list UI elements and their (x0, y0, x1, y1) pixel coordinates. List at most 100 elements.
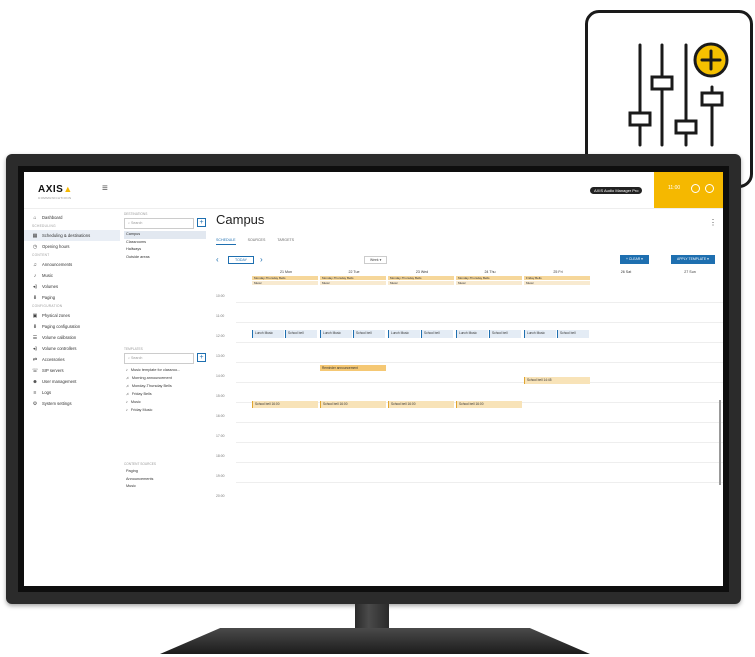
announcement-icon: ♫ (126, 376, 129, 380)
destination-item-campus[interactable]: Campus (124, 231, 206, 239)
sidebar-item-volumes[interactable]: ◂) Volumes (24, 281, 120, 292)
destination-item-outside-areas[interactable]: Outside areas (124, 254, 206, 262)
sidebar-item-sip-servers[interactable]: ☏ SIP servers (24, 365, 120, 376)
sidebar-item-label: SIP servers (42, 368, 64, 373)
all-day-event[interactable]: Monday-Thursday Bells (456, 276, 522, 280)
top-bar: AXIS▲ COMMUNICATIONS ≡ AXIS Audio Manage… (24, 172, 723, 209)
sidebar-item-dashboard[interactable]: ⌂ Dashboard (24, 212, 120, 223)
all-day-event[interactable]: Music (456, 281, 522, 285)
music-icon: ♪ (126, 408, 128, 412)
calendar-event-school-bell[interactable]: School bell (353, 330, 385, 338)
calendar-event-school-bell[interactable]: School bell (557, 330, 589, 338)
sidebar-item-system-settings[interactable]: ⚙ System settings (24, 398, 120, 409)
sidebar-item-volume-controllers[interactable]: ◂) Volume controllers (24, 343, 120, 354)
logo-subtitle: COMMUNICATIONS (38, 196, 72, 200)
tab-sources[interactable]: SOURCES (248, 238, 266, 245)
sidebar-item-opening-hours[interactable]: ◷ Opening hours (24, 241, 120, 252)
template-item[interactable]: ♫ Morning announcement (124, 374, 206, 382)
hour-gridline (236, 422, 723, 423)
tab-schedule[interactable]: SCHEDULE (216, 238, 236, 245)
destinations-search-input[interactable]: ⌕ Search (124, 218, 194, 229)
help-icon[interactable] (691, 184, 700, 193)
tab-targets[interactable]: TARGETS (277, 238, 294, 245)
calendar-event-lunch-music[interactable]: Lunch Music (320, 330, 352, 338)
music-icon: ♪ (126, 400, 128, 404)
content-source-item-paging[interactable]: Paging (124, 468, 206, 476)
calendar-toolbar: ‹ TODAY › Week ▾ + CLEAR ▾ APPLY TEMPLAT… (216, 254, 723, 266)
volume-icon: ◂) (32, 283, 38, 290)
view-select[interactable]: Week ▾ (364, 256, 388, 264)
template-item[interactable]: ♪ Friday Music (124, 406, 206, 414)
apply-template-button[interactable]: APPLY TEMPLATE ▾ (671, 255, 715, 264)
content-source-item-music[interactable]: Music (124, 483, 206, 491)
calendar-event-lunch-music[interactable]: Lunch Music (524, 330, 556, 338)
templates-search-input[interactable]: ⌕ Search (124, 353, 194, 364)
music-icon: ♪ (33, 272, 37, 279)
sidebar-item-announcements[interactable]: ♫ Announcements (24, 259, 120, 270)
destination-item-hallways[interactable]: Hallways (124, 246, 206, 254)
calendar-event-lunch-music[interactable]: Lunch Music (456, 330, 488, 338)
clear-button-label: + CLEAR (626, 257, 641, 261)
all-day-event[interactable]: Monday-Thursday Bells (388, 276, 454, 280)
day-header: 23 Wed (415, 270, 429, 274)
calendar-event-school-bell[interactable]: School bell 16:00 (388, 401, 454, 408)
logo-text: AXIS (38, 184, 64, 195)
hour-gridline (236, 302, 723, 303)
all-day-event[interactable]: Monday-Thursday Bells (252, 276, 318, 280)
template-item[interactable]: ♪ Music (124, 398, 206, 406)
template-item[interactable]: ♪ Music template for classroo... (124, 366, 206, 374)
music-icon: ♪ (126, 368, 128, 372)
destination-item-classrooms[interactable]: Classrooms (124, 239, 206, 247)
calendar-event-school-bell[interactable]: School bell (489, 330, 521, 338)
template-item[interactable]: ♫ Monday-Thursday Bells (124, 382, 206, 390)
hour-gridline (236, 482, 723, 483)
chevron-right-icon[interactable]: › (260, 255, 263, 264)
chevron-left-icon[interactable]: ‹ (216, 255, 219, 264)
users-icon: ☻ (32, 378, 38, 385)
calendar-event-school-bell[interactable]: School bell (285, 330, 317, 338)
calendar-scrollbar[interactable] (719, 400, 721, 485)
sidebar-item-volume-calibration[interactable]: ☰ Volume calibration (24, 332, 120, 343)
clear-button[interactable]: + CLEAR ▾ (620, 255, 649, 264)
all-day-event[interactable]: Music (524, 281, 590, 285)
calendar-event-reminder[interactable]: Reminder announcement (320, 365, 386, 371)
sidebar-item-user-management[interactable]: ☻ User management (24, 376, 120, 387)
sidebar-item-physical-zones[interactable]: ▣ Physical zones (24, 310, 120, 321)
sidebar-item-logs[interactable]: ≡ Logs (24, 387, 120, 398)
sidebar-item-accessories[interactable]: ⇄ Accessories (24, 354, 120, 365)
template-item[interactable]: ♫ Friday Bells (124, 390, 206, 398)
add-destination-button[interactable]: + (197, 218, 206, 227)
paging-config-icon: ⬇ (32, 323, 38, 330)
today-button[interactable]: TODAY (228, 256, 255, 264)
hour-label: 14:00 (216, 374, 225, 378)
all-day-event[interactable]: Music (320, 281, 386, 285)
sidebar-section-header: CONFIGURATION (32, 304, 63, 308)
sidebar-item-label: Scheduling & destinations (42, 233, 91, 238)
user-icon[interactable] (705, 184, 714, 193)
menu-icon[interactable]: ≡ (102, 183, 108, 194)
all-day-event[interactable]: Music (388, 281, 454, 285)
more-options-icon[interactable]: ⋮ (709, 218, 717, 227)
all-day-event[interactable]: Music (252, 281, 318, 285)
sidebar-item-paging-configuration[interactable]: ⬇ Paging configuration (24, 321, 120, 332)
calendar-event-lunch-music[interactable]: Lunch Music (388, 330, 420, 338)
sidebar-item-paging[interactable]: ⬇ Paging (24, 292, 120, 303)
sidebar-item-scheduling[interactable]: ▦ Scheduling & destinations (24, 230, 120, 241)
calendar-event-school-bell-friday[interactable]: School bell 14:45 (524, 377, 590, 384)
template-label: Morning announcement (131, 376, 172, 380)
calendar-event-school-bell[interactable]: School bell 16:00 (456, 401, 522, 408)
all-day-event[interactable]: Friday Bells (524, 276, 590, 280)
add-template-button[interactable]: + (197, 353, 206, 362)
axis-logo[interactable]: AXIS▲ (38, 184, 73, 195)
calendar-event-lunch-music[interactable]: Lunch Music (252, 330, 284, 338)
sidebar-item-label: Logs (42, 390, 52, 395)
content-source-item-announcements[interactable]: Announcements (124, 476, 206, 484)
calendar-event-school-bell[interactable]: School bell (421, 330, 453, 338)
event-time: 16:00 (475, 402, 484, 406)
calendar-event-school-bell[interactable]: School bell 16:00 (320, 401, 386, 408)
calendar-event-school-bell[interactable]: School bell 16:00 (252, 401, 318, 408)
hour-label: 12:00 (216, 334, 225, 338)
sidebar-item-music[interactable]: ♪ Music (24, 270, 120, 281)
logs-icon: ≡ (33, 389, 37, 396)
all-day-event[interactable]: Monday-Thursday Bells (320, 276, 386, 280)
